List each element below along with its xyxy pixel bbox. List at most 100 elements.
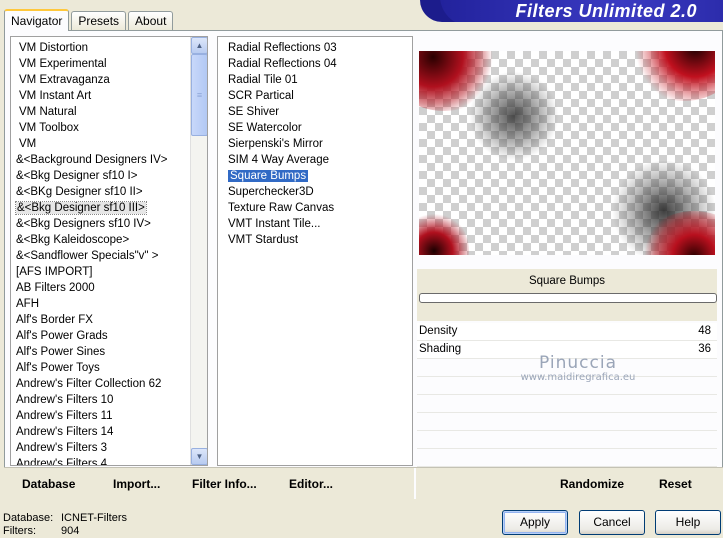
category-item[interactable]: Alf's Power Toys — [11, 360, 207, 376]
toolbar-divider — [414, 468, 416, 499]
tab-about[interactable]: About — [128, 11, 174, 30]
category-label: Andrew's Filters 11 — [16, 410, 113, 422]
filter-label: SCR Partical — [228, 90, 294, 102]
filter-item[interactable]: Square Bumps — [218, 168, 412, 184]
category-item[interactable]: &<Bkg Kaleidoscope> — [11, 232, 207, 248]
scroll-thumb[interactable]: ≡ — [191, 54, 207, 136]
category-label: Alf's Border FX — [16, 314, 93, 326]
category-item[interactable]: Alf's Border FX — [11, 312, 207, 328]
category-item[interactable]: Alf's Power Sines — [11, 344, 207, 360]
banner-title: Filters Unlimited 2.0 — [515, 1, 697, 21]
navigator-frame: VM Distortion VM Experimental VM Extravaga… — [4, 30, 723, 498]
filter-item[interactable]: Radial Tile 01 — [218, 72, 412, 88]
filter-item[interactable]: SIM 4 Way Average — [218, 152, 412, 168]
filter-label: Radial Tile 01 — [228, 74, 298, 86]
filter-label: Radial Reflections 03 — [228, 42, 337, 54]
status-info: Database: ICNET-Filters Filters: 904 — [3, 512, 127, 538]
database-button[interactable]: Database — [22, 477, 75, 491]
bottom-toolbar: Database Import... Filter Info... Editor… — [4, 467, 723, 499]
chevron-down-icon[interactable]: ▼ — [191, 448, 207, 465]
database-value: ICNET-Filters — [61, 512, 127, 524]
category-list: VM Distortion VM Experimental VM Extravaga… — [11, 37, 207, 465]
category-item[interactable]: AB Filters 2000 — [11, 280, 207, 296]
category-item[interactable]: &<Sandflower Specials"v" > — [11, 248, 207, 264]
import-button[interactable]: Import... — [113, 477, 160, 491]
category-scrollbar[interactable]: ▲ ≡ ▼ — [190, 37, 207, 465]
filter-item[interactable]: VMT Stardust — [218, 232, 412, 248]
preview-shape — [419, 211, 469, 255]
progress-bar — [419, 293, 717, 303]
filter-item[interactable]: Sierpenski's Mirror — [218, 136, 412, 152]
category-item[interactable]: AFH — [11, 296, 207, 312]
category-label: Andrew's Filters 14 — [16, 426, 114, 438]
filter-item[interactable]: Radial Reflections 03 — [218, 40, 412, 56]
category-label: Andrew's Filter Collection 62 — [16, 378, 162, 390]
category-item[interactable]: VM Natural — [11, 104, 207, 120]
param-empty — [417, 395, 717, 413]
filter-label: Sierpenski's Mirror — [228, 138, 323, 150]
category-item[interactable]: &<Bkg Designers sf10 IV> — [11, 216, 207, 232]
category-item[interactable]: Andrew's Filters 3 — [11, 440, 207, 456]
category-item[interactable]: &<Background Designers IV> — [11, 152, 207, 168]
chevron-up-icon[interactable]: ▲ — [191, 37, 207, 54]
filter-preview — [419, 51, 715, 255]
category-item[interactable]: VM Instant Art — [11, 88, 207, 104]
category-item[interactable]: Andrew's Filters 11 — [11, 408, 207, 424]
tab-presets[interactable]: Presets — [71, 11, 127, 30]
category-item[interactable]: Andrew's Filters 14 — [11, 424, 207, 440]
category-item[interactable]: &<BKg Designer sf10 II> — [11, 184, 207, 200]
category-label: Andrew's Filters 3 — [16, 442, 108, 454]
category-item[interactable]: VM Toolbox — [11, 120, 207, 136]
filter-label: Radial Reflections 04 — [228, 58, 337, 70]
filter-item[interactable]: Superchecker3D — [218, 184, 412, 200]
category-label: &<Sandflower Specials"v" > — [16, 250, 159, 262]
category-label: VM Distortion — [19, 42, 89, 54]
param-empty — [417, 431, 717, 449]
filters-count: 904 — [61, 525, 80, 537]
param-label: Density — [419, 325, 458, 337]
tab-bar: Navigator Presets About — [4, 8, 175, 31]
parameter-list: Density 48 Shading 36 — [417, 323, 717, 467]
category-label: Alf's Power Grads — [16, 330, 108, 342]
preview-shape — [629, 51, 715, 101]
param-value: 48 — [698, 325, 711, 337]
category-label: VM Toolbox — [19, 122, 79, 134]
filter-item[interactable]: Texture Raw Canvas — [218, 200, 412, 216]
category-list-panel: VM Distortion VM Experimental VM Extravaga… — [10, 36, 208, 466]
category-item[interactable]: Alf's Power Grads — [11, 328, 207, 344]
category-item[interactable]: &<Bkg Designer sf10 I> — [11, 168, 207, 184]
apply-button[interactable]: Apply — [502, 510, 568, 535]
filter-label: SE Shiver — [228, 106, 280, 118]
reset-button[interactable]: Reset — [659, 477, 692, 491]
cancel-button[interactable]: Cancel — [579, 510, 645, 535]
randomize-button[interactable]: Randomize — [560, 477, 624, 491]
tab-navigator[interactable]: Navigator — [4, 9, 70, 31]
filter-item[interactable]: SE Shiver — [218, 104, 412, 120]
param-label: Shading — [419, 343, 462, 355]
watermark-url: www.maidiregrafica.eu — [520, 372, 636, 383]
category-label: &<Bkg Designer sf10 I> — [16, 170, 138, 182]
filter-list: Radial Reflections 03 Radial Reflections … — [218, 37, 412, 248]
category-item[interactable]: Andrew's Filters 4 — [11, 456, 207, 465]
category-label: VM Extravaganza — [19, 74, 110, 86]
category-item[interactable]: VM Distortion — [11, 40, 207, 56]
category-item[interactable]: [AFS IMPORT] — [11, 264, 207, 280]
param-density[interactable]: Density 48 — [417, 323, 717, 341]
filter-item[interactable]: SCR Partical — [218, 88, 412, 104]
filter-item[interactable]: SE Watercolor — [218, 120, 412, 136]
category-label: &<Bkg Kaleidoscope> — [16, 234, 130, 246]
category-item[interactable]: VM Extravaganza — [11, 72, 207, 88]
editor-button[interactable]: Editor... — [289, 477, 333, 491]
filter-item[interactable]: Radial Reflections 04 — [218, 56, 412, 72]
param-empty — [417, 413, 717, 431]
category-item[interactable]: VM Experimental — [11, 56, 207, 72]
filter-label: Square Bumps — [228, 170, 309, 182]
category-item[interactable]: VM — [11, 136, 207, 152]
help-button[interactable]: Help — [655, 510, 721, 535]
category-item[interactable]: Andrew's Filters 10 — [11, 392, 207, 408]
category-item[interactable]: Andrew's Filter Collection 62 — [11, 376, 207, 392]
category-label: VM Experimental — [19, 58, 107, 70]
filter-info-button[interactable]: Filter Info... — [192, 477, 257, 491]
filter-item[interactable]: VMT Instant Tile... — [218, 216, 412, 232]
category-item[interactable]: &<Bkg Designer sf10 III> — [11, 200, 207, 216]
